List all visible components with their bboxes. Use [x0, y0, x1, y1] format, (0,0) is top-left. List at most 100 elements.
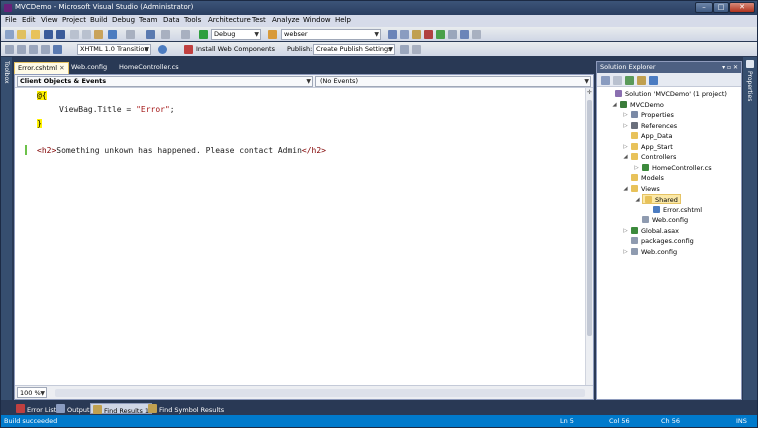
code-text-area[interactable]: @{ ViewBag.Title = "Error"; } <h2>Someth…	[15, 88, 585, 384]
solution-configuration-dropdown[interactable]: Debug ▼	[211, 29, 261, 40]
menu-help[interactable]: Help	[335, 16, 351, 24]
menu-window[interactable]: Window	[303, 16, 331, 24]
menu-test[interactable]: Test	[252, 16, 266, 24]
toolbox-autohide-tab[interactable]: Toolbox	[1, 57, 12, 400]
paste-icon[interactable]	[94, 30, 103, 39]
check-accessibility-icon[interactable]	[158, 45, 167, 54]
new-project-icon[interactable]	[5, 30, 14, 39]
menu-build[interactable]: Build	[90, 16, 108, 24]
menu-project[interactable]: Project	[62, 16, 86, 24]
tab-output[interactable]: Output	[56, 403, 90, 414]
open-file-icon[interactable]	[31, 30, 40, 39]
view-code-icon[interactable]	[637, 76, 646, 85]
publish-profile-dropdown[interactable]: Create Publish Settings ▼	[313, 44, 395, 55]
properties-window-icon[interactable]	[400, 30, 409, 39]
uncomment-icon[interactable]	[41, 45, 50, 54]
references-node[interactable]: ▷ References	[623, 121, 677, 131]
menu-debug[interactable]: Debug	[112, 16, 135, 24]
find-in-files-icon[interactable]	[268, 30, 277, 39]
menu-analyze[interactable]: Analyze	[272, 16, 300, 24]
scrollbar-thumb[interactable]	[587, 100, 592, 336]
save-all-icon[interactable]	[56, 30, 65, 39]
packages-config-file[interactable]: packages.config	[631, 236, 694, 246]
command-window-icon[interactable]	[460, 30, 469, 39]
indent-icon[interactable]	[17, 45, 26, 54]
expand-arrow-icon[interactable]: ▷	[622, 247, 629, 257]
object-browser-icon[interactable]	[412, 30, 421, 39]
collapse-arrow-icon[interactable]: ◢	[622, 184, 629, 194]
collapse-arrow-icon[interactable]: ◢	[622, 152, 629, 162]
start-page-icon[interactable]	[436, 30, 445, 39]
add-item-icon[interactable]	[17, 30, 26, 39]
solution-node[interactable]: Solution 'MVCDemo' (1 project)	[615, 89, 727, 99]
collapse-arrow-icon[interactable]: ◢	[634, 195, 641, 205]
toolbar-options-icon[interactable]	[412, 45, 421, 54]
cut-icon[interactable]	[70, 30, 79, 39]
doctype-dropdown[interactable]: XHTML 1.0 Transition ▼	[77, 44, 151, 55]
extension-manager-icon[interactable]	[448, 30, 457, 39]
find-combo-input[interactable]: webser ▼	[281, 29, 381, 40]
web-config-file[interactable]: ▷ Web.config	[623, 247, 677, 257]
navigate-backward-icon[interactable]	[146, 30, 155, 39]
app-data-folder[interactable]: App_Data	[631, 131, 672, 141]
tab-error-list[interactable]: Error List	[16, 403, 56, 414]
view-designer-icon[interactable]	[649, 76, 658, 85]
collapse-arrow-icon[interactable]: ◢	[611, 100, 618, 110]
install-web-components-icon[interactable]	[184, 45, 193, 54]
controllers-folder[interactable]: ◢ Controllers	[623, 152, 676, 162]
bookmark-icon[interactable]	[53, 45, 62, 54]
properties-autohide-tab[interactable]: Properties	[743, 57, 757, 400]
vertical-scrollbar[interactable]: ✛	[585, 88, 593, 385]
client-objects-dropdown[interactable]: Client Objects & Events ▼	[17, 76, 313, 87]
toolbar-options-icon[interactable]	[472, 30, 481, 39]
minimize-button[interactable]: –	[695, 2, 713, 13]
close-button[interactable]: ✕	[729, 2, 755, 13]
models-folder[interactable]: Models	[631, 173, 664, 183]
shared-folder[interactable]: ◢ Shared	[635, 194, 681, 204]
tab-error-cshtml[interactable]: Error.cshtml ✕	[14, 62, 69, 74]
code-editor[interactable]: Client Objects & Events ▼ (No Events) ▼ @{…	[14, 74, 594, 400]
horizontal-scrollbar[interactable]	[55, 389, 585, 397]
events-dropdown[interactable]: (No Events) ▼	[315, 76, 591, 87]
expand-arrow-icon[interactable]: ▷	[622, 142, 629, 152]
save-icon[interactable]	[44, 30, 53, 39]
menu-data[interactable]: Data	[163, 16, 180, 24]
expand-arrow-icon[interactable]: ▷	[622, 110, 629, 120]
homecontroller-file[interactable]: ▷ HomeController.cs	[634, 163, 712, 173]
properties-node[interactable]: ▷ Properties	[623, 110, 674, 120]
panel-window-buttons[interactable]: ▾ ▫ ✕	[722, 62, 738, 73]
menu-view[interactable]: View	[41, 16, 58, 24]
maximize-button[interactable]: □	[713, 2, 729, 13]
solution-explorer-icon[interactable]	[388, 30, 397, 39]
find-icon[interactable]	[181, 30, 190, 39]
toolbox-icon[interactable]	[424, 30, 433, 39]
install-web-components-button[interactable]: Install Web Components	[196, 45, 275, 53]
views-folder[interactable]: ◢ Views	[623, 184, 660, 194]
tab-homecontroller-cs[interactable]: HomeController.cs	[116, 62, 182, 74]
views-web-config-file[interactable]: Web.config	[642, 215, 688, 225]
redo-icon[interactable]	[126, 30, 135, 39]
publish-web-icon[interactable]	[400, 45, 409, 54]
refresh-icon[interactable]	[625, 76, 634, 85]
project-node[interactable]: ◢ MVCDemo	[612, 100, 664, 110]
menu-edit[interactable]: Edit	[22, 16, 36, 24]
zoom-dropdown[interactable]: 100 % ▼	[17, 387, 47, 398]
tab-find-symbol-results[interactable]: Find Symbol Results	[148, 403, 224, 414]
expand-arrow-icon[interactable]: ▷	[633, 163, 640, 173]
comment-icon[interactable]	[29, 45, 38, 54]
menu-team[interactable]: Team	[139, 16, 158, 24]
copy-icon[interactable]	[82, 30, 91, 39]
expand-arrow-icon[interactable]: ▷	[622, 121, 629, 131]
expand-arrow-icon[interactable]: ▷	[622, 226, 629, 236]
close-tab-icon[interactable]: ✕	[59, 64, 64, 72]
menu-architecture[interactable]: Architecture	[208, 16, 251, 24]
undo-icon[interactable]	[108, 30, 117, 39]
global-asax-file[interactable]: ▷ Global.asax	[623, 226, 679, 236]
outdent-icon[interactable]	[5, 45, 14, 54]
tab-web-config[interactable]: Web.config	[68, 62, 110, 74]
pin-icon[interactable]	[746, 60, 754, 68]
menu-file[interactable]: File	[5, 16, 17, 24]
menu-tools[interactable]: Tools	[184, 16, 201, 24]
show-all-files-icon[interactable]	[613, 76, 622, 85]
split-window-icon[interactable]: ✛	[587, 89, 592, 96]
